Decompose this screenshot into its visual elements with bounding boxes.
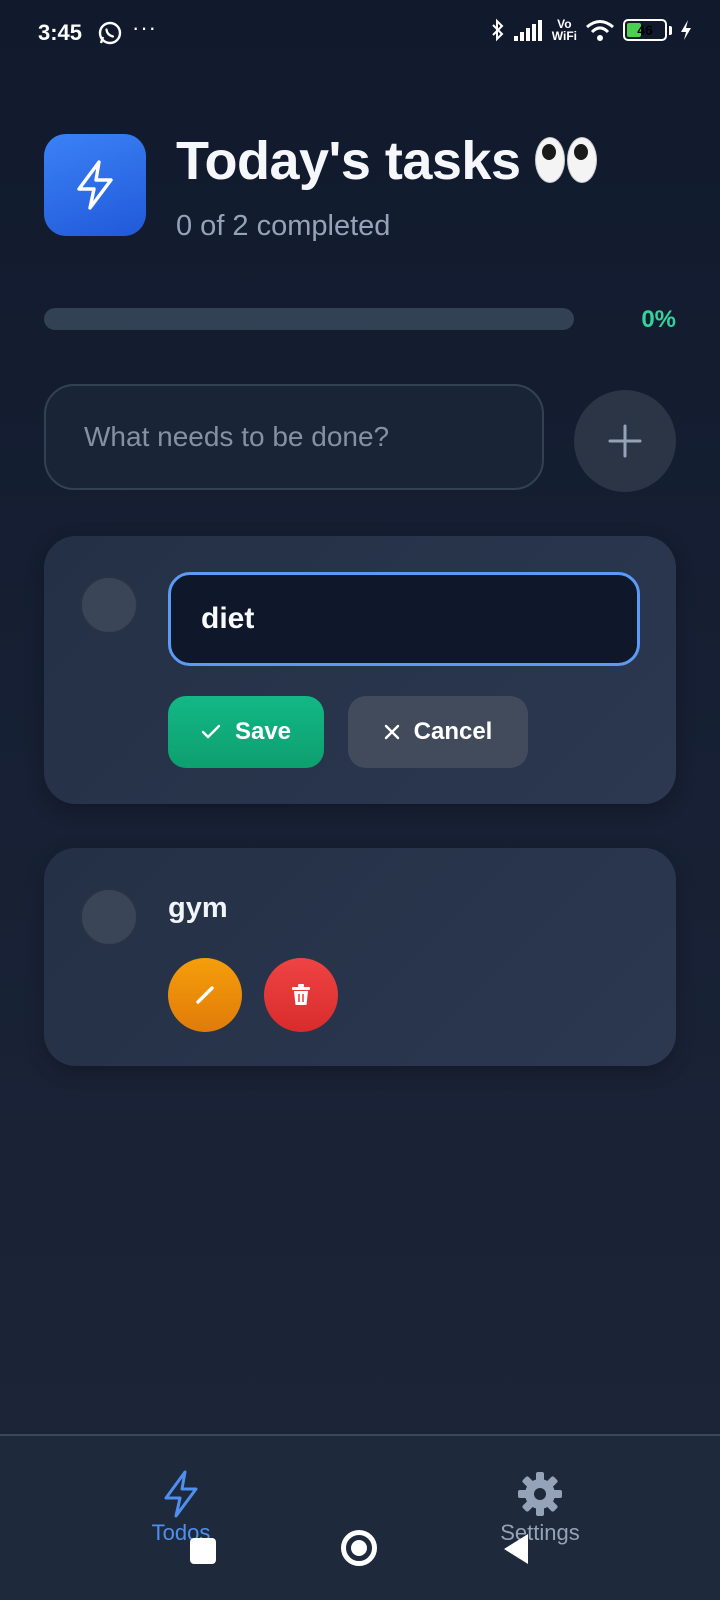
task-edit-input[interactable] bbox=[168, 572, 640, 666]
pencil-icon bbox=[196, 986, 214, 1004]
status-indicators: Vo WiFi 46 bbox=[490, 18, 692, 42]
close-icon bbox=[384, 724, 399, 740]
app-logo bbox=[44, 134, 146, 236]
status-more-icon: ··· bbox=[132, 15, 157, 40]
add-task-button[interactable] bbox=[574, 390, 676, 492]
status-time: 3:45 bbox=[38, 20, 83, 45]
new-task-input[interactable] bbox=[44, 384, 544, 490]
battery-icon: 46 bbox=[623, 19, 667, 41]
recents-button[interactable] bbox=[190, 1538, 216, 1564]
delete-task-button[interactable] bbox=[264, 958, 338, 1032]
plus-icon bbox=[608, 424, 642, 458]
cancel-button[interactable]: Cancel bbox=[348, 696, 528, 768]
charging-icon bbox=[681, 20, 691, 40]
battery-cap bbox=[669, 25, 672, 35]
progress-bar bbox=[44, 308, 574, 330]
save-button[interactable]: Save bbox=[168, 696, 324, 768]
check-icon bbox=[201, 724, 221, 739]
page-title: Today's tasks bbox=[176, 130, 597, 192]
cancel-button-label: Cancel bbox=[413, 718, 493, 745]
trash-icon bbox=[292, 984, 310, 1005]
whatsapp-icon bbox=[98, 21, 122, 45]
progress-percent: 0% bbox=[641, 306, 676, 333]
eyes-emoji-icon bbox=[534, 137, 597, 183]
system-navigation-bar bbox=[0, 1512, 720, 1592]
save-button-label: Save bbox=[234, 718, 292, 745]
back-button[interactable] bbox=[504, 1534, 528, 1564]
bluetooth-icon bbox=[492, 18, 504, 42]
status-bar: 3:45 ··· Vo WiFi 46 bbox=[0, 0, 720, 68]
task-card-editing: Save Cancel bbox=[44, 536, 676, 804]
task-checkbox[interactable] bbox=[80, 888, 138, 946]
task-checkbox[interactable] bbox=[80, 576, 138, 634]
lightning-icon bbox=[77, 160, 113, 210]
wifi-icon bbox=[586, 20, 614, 41]
edit-task-button[interactable] bbox=[168, 958, 242, 1032]
vowifi-indicator: Vo WiFi bbox=[551, 17, 577, 43]
signal-icon bbox=[513, 20, 542, 41]
page-title-text: Today's tasks bbox=[176, 131, 521, 191]
home-button[interactable] bbox=[341, 1530, 377, 1566]
completion-summary: 0 of 2 completed bbox=[176, 210, 391, 242]
lightning-icon bbox=[164, 1470, 198, 1518]
task-card: gym bbox=[44, 848, 676, 1066]
task-text: gym bbox=[168, 892, 228, 924]
gear-icon bbox=[518, 1472, 562, 1516]
battery-percent: 46 bbox=[637, 22, 653, 38]
